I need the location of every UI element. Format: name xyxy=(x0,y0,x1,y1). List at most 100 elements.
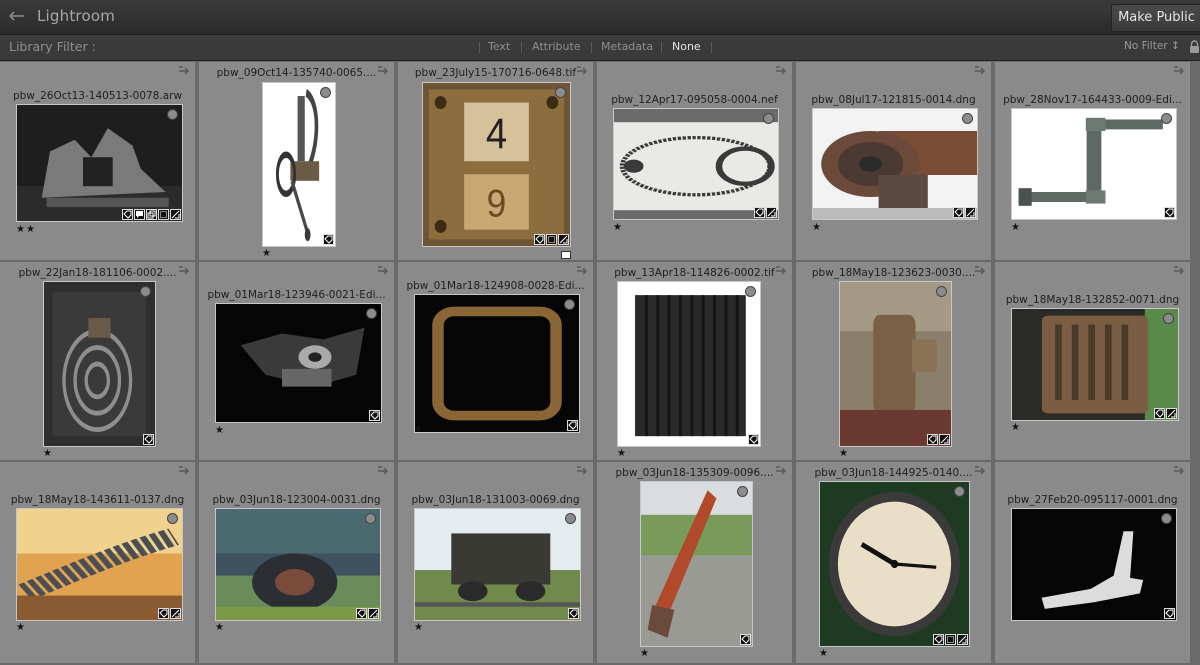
star-rating[interactable]: ★ xyxy=(617,448,627,459)
rotate-arrow-icon[interactable] xyxy=(1172,465,1186,475)
star-rating[interactable]: ★ xyxy=(839,448,849,459)
keyword-icon[interactable] xyxy=(122,209,133,220)
rotate-arrow-icon[interactable] xyxy=(774,265,788,275)
rotate-arrow-icon[interactable] xyxy=(575,465,589,475)
keyword-icon[interactable] xyxy=(1154,408,1165,419)
photo-cell[interactable]: pbw_23July15-170716-0648.tif 4 9 xyxy=(398,62,595,262)
filter-tab-attribute[interactable]: Attribute xyxy=(532,40,581,53)
photo-thumbnail[interactable] xyxy=(414,508,581,621)
star-rating[interactable]: ★★ xyxy=(16,224,36,235)
develop-icon[interactable] xyxy=(170,608,181,619)
photo-thumbnail[interactable]: 49 xyxy=(422,82,571,247)
rotate-arrow-icon[interactable] xyxy=(1172,265,1186,275)
photo-thumbnail[interactable] xyxy=(43,281,156,447)
photo-cell[interactable]: pbw_08Jul17-121815-0014.dng ★ xyxy=(796,62,993,262)
photo-cell[interactable]: pbw_18May18-143611-0137.dng ★ xyxy=(0,462,197,665)
star-rating[interactable]: ★ xyxy=(1011,222,1021,233)
keyword-icon[interactable] xyxy=(933,634,944,645)
photo-cell[interactable]: pbw_22Jan18-181106-0002.... ★ xyxy=(0,262,197,462)
photo-cell[interactable]: pbw_09Oct14-135740-0065.... ★ xyxy=(199,62,396,262)
rotate-arrow-icon[interactable] xyxy=(774,65,788,75)
selection-circle-icon[interactable] xyxy=(320,87,331,98)
photo-cell[interactable]: pbw_03Jun18-123004-0031.dng ★ xyxy=(199,462,396,665)
photo-thumbnail[interactable] xyxy=(1011,508,1177,621)
selection-circle-icon[interactable] xyxy=(962,113,973,124)
rotate-arrow-icon[interactable] xyxy=(177,65,191,75)
photo-cell[interactable]: pbw_28Nov17-164433-0009-Edi... ★ xyxy=(995,62,1192,262)
photo-thumbnail[interactable] xyxy=(640,481,753,647)
filter-tab-metadata[interactable]: Metadata xyxy=(601,40,653,53)
photo-cell[interactable]: pbw_03Jun18-135309-0096.... ★ xyxy=(597,462,794,665)
crop-icon[interactable] xyxy=(945,634,956,645)
photo-cell[interactable]: pbw_18May18-123623-0030.... ★ xyxy=(796,262,993,462)
photo-thumbnail[interactable] xyxy=(1011,108,1177,220)
rotate-arrow-icon[interactable] xyxy=(376,465,390,475)
star-rating[interactable]: ★ xyxy=(640,648,650,659)
rotate-arrow-icon[interactable] xyxy=(177,465,191,475)
keyword-icon[interactable] xyxy=(534,234,545,245)
keyword-icon[interactable] xyxy=(740,634,751,645)
photo-thumbnail[interactable] xyxy=(262,82,336,247)
keyword-icon[interactable] xyxy=(748,434,759,445)
crop-icon[interactable] xyxy=(158,209,169,220)
star-rating[interactable]: ★ xyxy=(819,648,829,659)
selection-circle-icon[interactable] xyxy=(745,286,756,297)
develop-icon[interactable] xyxy=(766,207,777,218)
rotate-arrow-icon[interactable] xyxy=(973,65,987,75)
photo-cell[interactable]: pbw_01Mar18-123946-0021-Edi... ★ xyxy=(199,262,396,462)
selection-circle-icon[interactable] xyxy=(763,113,774,124)
rotate-arrow-icon[interactable] xyxy=(575,65,589,75)
rotate-arrow-icon[interactable] xyxy=(376,265,390,275)
rotate-arrow-icon[interactable] xyxy=(177,265,191,275)
rotate-arrow-icon[interactable] xyxy=(973,265,987,275)
rotate-arrow-icon[interactable] xyxy=(575,265,589,275)
keyword-icon[interactable] xyxy=(143,434,154,445)
photo-thumbnail[interactable] xyxy=(215,303,382,423)
selection-circle-icon[interactable] xyxy=(936,286,947,297)
rotate-arrow-icon[interactable] xyxy=(973,465,987,475)
comment-icon[interactable] xyxy=(134,209,145,220)
selection-circle-icon[interactable] xyxy=(1163,313,1174,324)
star-rating[interactable]: ★ xyxy=(812,222,822,233)
selection-circle-icon[interactable] xyxy=(167,513,178,524)
develop-icon[interactable] xyxy=(957,634,968,645)
keyword-icon[interactable] xyxy=(1164,207,1175,218)
develop-icon[interactable] xyxy=(368,608,379,619)
keyword-icon[interactable] xyxy=(754,207,765,218)
photo-cell[interactable]: pbw_01Mar18-124908-0028-Edi... ★ xyxy=(398,262,595,462)
star-rating[interactable]: ★ xyxy=(215,425,225,436)
keyword-icon[interactable] xyxy=(953,207,964,218)
develop-icon[interactable] xyxy=(939,434,950,445)
star-rating[interactable]: ★ xyxy=(414,424,424,435)
develop-icon[interactable] xyxy=(1166,408,1177,419)
photo-cell[interactable]: pbw_12Apr17-095058-0004.nef ★ xyxy=(597,62,794,262)
keyword-icon[interactable] xyxy=(369,410,380,421)
selection-circle-icon[interactable] xyxy=(140,286,151,297)
photo-thumbnail[interactable] xyxy=(215,508,381,621)
rotate-arrow-icon[interactable] xyxy=(1172,65,1186,75)
crop-icon[interactable] xyxy=(546,234,557,245)
photo-thumbnail[interactable] xyxy=(819,481,970,647)
lock-icon[interactable] xyxy=(1189,40,1200,54)
selection-circle-icon[interactable] xyxy=(1161,113,1172,124)
selection-circle-icon[interactable] xyxy=(737,486,748,497)
photo-thumbnail[interactable] xyxy=(812,108,978,220)
selection-circle-icon[interactable] xyxy=(954,486,965,497)
photo-cell[interactable]: pbw_27Feb20-095117-0001.dng xyxy=(995,462,1192,665)
keyword-icon[interactable] xyxy=(567,420,578,431)
photo-cell[interactable]: pbw_13Apr18-114826-0002.tif ★ xyxy=(597,262,794,462)
photo-thumbnail[interactable] xyxy=(1011,308,1179,421)
selection-circle-icon[interactable] xyxy=(565,513,576,524)
rotate-arrow-icon[interactable] xyxy=(774,465,788,475)
develop-icon[interactable] xyxy=(558,234,569,245)
photo-thumbnail[interactable] xyxy=(16,104,183,222)
photo-cell[interactable]: pbw_18May18-132852-0071.dng ★ xyxy=(995,262,1192,462)
star-rating[interactable]: ★ xyxy=(262,248,272,259)
keyword-icon[interactable] xyxy=(568,608,579,619)
make-public-button[interactable]: Make Public xyxy=(1111,4,1200,32)
keyword-icon[interactable] xyxy=(158,608,169,619)
filter-preset-dropdown[interactable]: No Filter ↕ xyxy=(1124,40,1180,52)
star-rating[interactable]: ★ xyxy=(43,448,53,459)
filter-tab-text[interactable]: Text xyxy=(488,40,510,53)
star-rating[interactable]: ★ xyxy=(1011,422,1021,433)
